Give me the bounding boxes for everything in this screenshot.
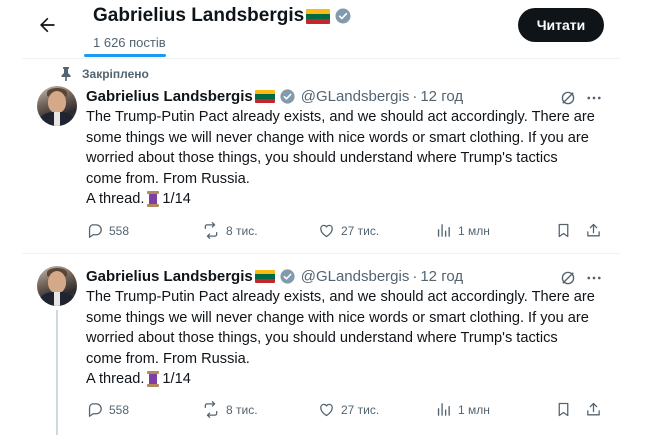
reply-count: 558 [109, 223, 130, 238]
author-name[interactable]: Gabrielius Landsbergis [86, 88, 253, 105]
bookmark-icon [558, 223, 569, 238]
views-button[interactable]: 1 млн [435, 401, 490, 418]
pin-icon [61, 67, 71, 81]
avatar[interactable] [37, 86, 77, 126]
bookmark-button[interactable] [555, 222, 578, 239]
verified-badge-icon [279, 88, 296, 105]
tweet-actions: 558 8 тис. 27 тис. 1 млн [86, 401, 616, 421]
reply-count: 558 [109, 402, 130, 417]
repost-icon [204, 222, 218, 239]
spool-emoji-icon [147, 191, 160, 208]
profile-name: Gabrielius Landsbergis [93, 5, 305, 26]
tweet-line: worried about those things, you should u… [86, 330, 558, 346]
thread-marker: A thread. 1/14 [86, 369, 611, 390]
lithuania-flag-icon [306, 8, 331, 24]
repost-count: 8 тис. [226, 223, 258, 238]
views-count: 1 млн [458, 402, 490, 417]
lithuania-flag-icon [254, 90, 275, 103]
thread-prefix: A thread. [86, 191, 145, 207]
views-count: 1 млн [458, 223, 490, 238]
tweet-divider [22, 253, 620, 254]
bookmark-icon [558, 402, 569, 417]
share-button[interactable] [585, 401, 608, 418]
pinned-label: Закріплено [60, 67, 149, 81]
reply-icon [88, 224, 102, 238]
like-button[interactable]: 27 тис. [318, 401, 379, 418]
like-count: 27 тис. [341, 402, 380, 417]
header-scroll-indicator [84, 54, 166, 57]
avatar[interactable] [37, 266, 77, 306]
lithuania-flag-icon [254, 270, 275, 283]
like-icon [320, 224, 333, 238]
meta-separator: · [412, 268, 418, 285]
spool-emoji-icon [147, 371, 160, 388]
more-icon[interactable] [584, 268, 604, 288]
back-button[interactable] [30, 10, 64, 40]
tweet-actions: 558 8 тис. 27 тис. 1 млн [86, 222, 616, 242]
verified-badge-icon [334, 7, 352, 25]
more-icon[interactable] [584, 88, 604, 108]
tweet-line: come from. From Russia. [86, 350, 250, 367]
thread-prefix: A thread. [86, 371, 145, 387]
tweet-text: The Trump-Putin Pact already exists, and… [86, 287, 611, 390]
meta-separator: · [412, 88, 418, 105]
header-divider [22, 58, 620, 59]
tweet-time[interactable]: 12 год [420, 268, 463, 285]
views-button[interactable]: 1 млн [435, 222, 490, 239]
thread-count: 1/14 [162, 371, 191, 387]
tweet-line: some things we will never change with ni… [86, 309, 589, 326]
repost-button[interactable]: 8 тис. [202, 222, 258, 239]
views-icon [437, 224, 450, 237]
like-button[interactable]: 27 тис. [318, 222, 379, 239]
pinned-text: Закріплено [82, 67, 149, 81]
author-handle[interactable]: @GLandsbergis [301, 268, 410, 285]
share-icon [587, 402, 600, 416]
tweet-line: The Trump-Putin Pact already exists, and… [86, 109, 595, 125]
follow-button[interactable]: Читати [518, 8, 604, 42]
author-handle[interactable]: @GLandsbergis [301, 88, 410, 105]
tweet-line: worried about those things, you should u… [86, 150, 558, 166]
tweet-line: some things we will never change with ni… [86, 129, 589, 146]
post-count: 1 626 постів [93, 35, 166, 50]
views-icon [437, 403, 450, 416]
thread-connector-line [56, 310, 58, 435]
tweet-header: Gabrielius Landsbergis @GLandsbergis · 1… [86, 88, 463, 105]
thread-count: 1/14 [162, 191, 191, 207]
profile-title: Gabrielius Landsbergis [93, 5, 352, 27]
verified-badge-icon [279, 268, 296, 285]
repost-count: 8 тис. [226, 402, 258, 417]
tweet-line: The Trump-Putin Pact already exists, and… [86, 289, 595, 305]
tweet-time[interactable]: 12 год [420, 88, 463, 105]
tweet-thread-start[interactable]: Gabrielius Landsbergis @GLandsbergis · 1… [22, 262, 620, 435]
arrow-left-icon [40, 17, 55, 33]
tweet-line: come from. From Russia. [86, 170, 250, 187]
like-icon [320, 403, 333, 417]
reply-icon [88, 403, 102, 417]
repost-button[interactable]: 8 тис. [202, 401, 258, 418]
profile-header: Gabrielius Landsbergis 1 626 постів Чита… [0, 0, 650, 57]
bookmark-button[interactable] [555, 401, 578, 418]
tweet-text: The Trump-Putin Pact already exists, and… [86, 107, 611, 210]
tweet-header: Gabrielius Landsbergis @GLandsbergis · 1… [86, 268, 463, 285]
grok-icon[interactable] [558, 88, 578, 108]
reply-button[interactable]: 558 [86, 222, 129, 239]
share-button[interactable] [585, 222, 608, 239]
author-name[interactable]: Gabrielius Landsbergis [86, 268, 253, 285]
grok-icon[interactable] [558, 268, 578, 288]
reply-button[interactable]: 558 [86, 401, 129, 418]
share-icon [587, 223, 600, 237]
like-count: 27 тис. [341, 223, 380, 238]
thread-marker: A thread. 1/14 [86, 189, 611, 210]
tweet-pinned[interactable]: Gabrielius Landsbergis @GLandsbergis · 1… [22, 82, 620, 250]
repost-icon [204, 401, 218, 418]
